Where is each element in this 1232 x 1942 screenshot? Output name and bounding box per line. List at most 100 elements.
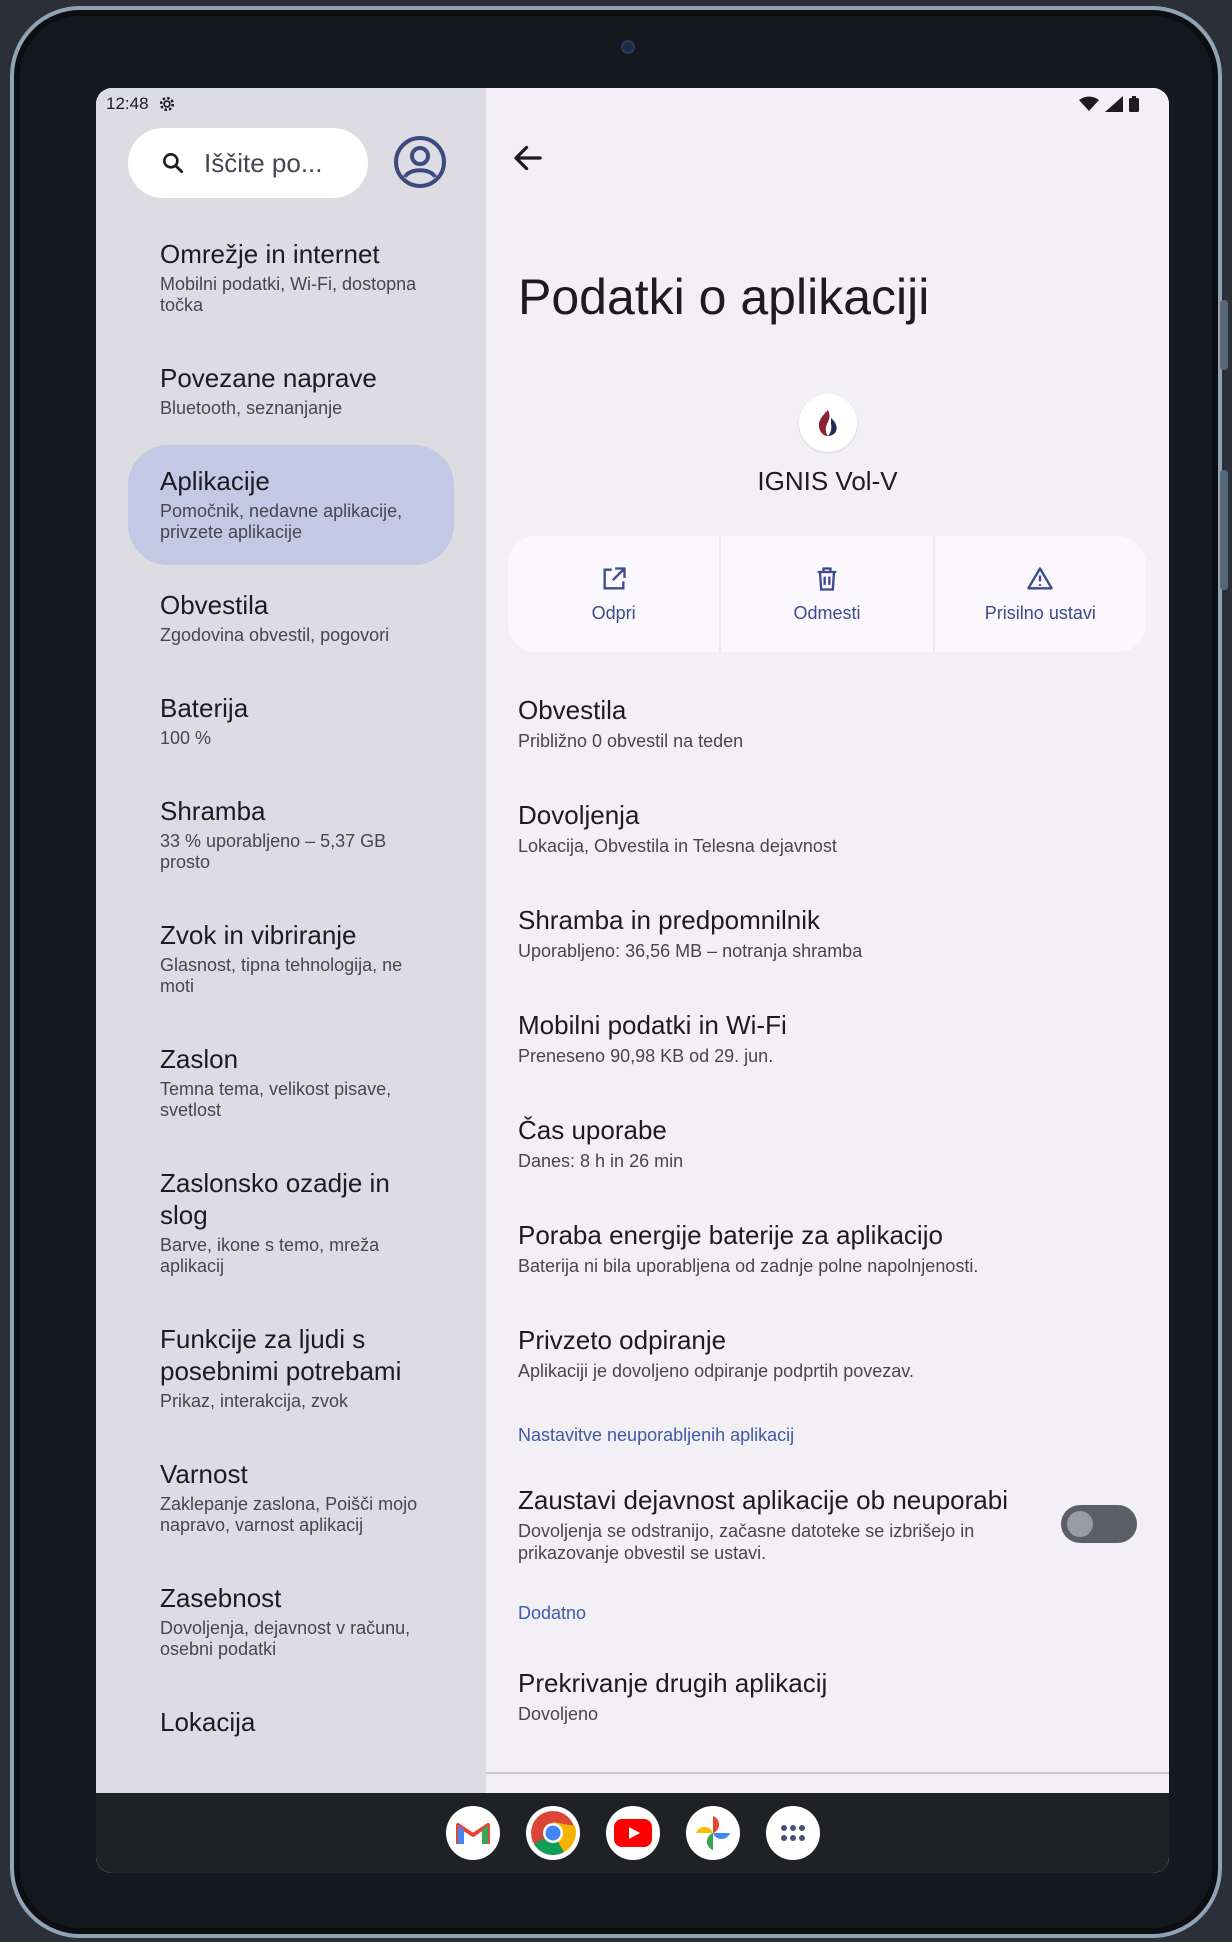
app-info-pane: Podatki o aplikaciji IGNIS Vol-V Odpri O… (486, 88, 1169, 1873)
settings-gear-icon (159, 96, 174, 112)
row-notifications[interactable]: Obvestila Približno 0 obvestil na teden (486, 670, 1169, 775)
nav-item-subtitle: Pomočnik, nedavne aplikacije, privzete a… (160, 501, 403, 542)
nav-item-location[interactable]: Lokacija (128, 1686, 454, 1760)
nav-item-subtitle: 100 % (160, 728, 212, 748)
row-screen-time[interactable]: Čas uporabe Danes: 8 h in 26 min (486, 1090, 1169, 1195)
clock: 12:48 (106, 94, 149, 113)
nav-item-title: Zasebnost (160, 1583, 282, 1613)
nav-item-title: Povezane naprave (160, 363, 377, 393)
search-icon (163, 153, 184, 174)
nav-item-title: Zaslon (160, 1044, 239, 1074)
uninstall-label: Odmesti (793, 602, 861, 623)
nav-item-subtitle: 33 % uporabljeno – 5,37 GB prosto (160, 831, 387, 872)
nav-item-subtitle: Barve, ikone s temo, mreža aplikacij (160, 1235, 380, 1276)
ignis-flame-icon (818, 410, 837, 436)
row-storage[interactable]: Shramba in predpomnilnik Uporabljeno: 36… (486, 880, 1169, 985)
search-bar[interactable]: Iščite po... (128, 128, 368, 198)
page-title: Podatki o aplikaciji (518, 269, 930, 325)
row-display-over-apps[interactable]: Prekrivanje drugih aplikacij Dovoljeno (486, 1643, 1169, 1748)
status-icons (1079, 96, 1139, 112)
nav-item-subtitle: Temna tema, velikost pisave, svetlost (160, 1079, 392, 1120)
row-mobile-data[interactable]: Mobilni podatki in Wi-Fi Preneseno 90,98… (486, 985, 1169, 1090)
app-icon (799, 394, 857, 452)
row-title: Poraba energije baterije za aplikacijo (518, 1219, 943, 1250)
nav-item-title: Lokacija (160, 1707, 256, 1737)
pause-unused-toggle[interactable] (1061, 1505, 1137, 1543)
nav-item-title: Aplikacije (160, 466, 270, 496)
status-bar-left: 12:48 (106, 94, 177, 114)
app-info-list: Obvestila Približno 0 obvestil na teden … (486, 670, 1169, 1748)
nav-item-network[interactable]: Omrežje in internet Mobilni podatki, Wi-… (128, 218, 454, 338)
open-button[interactable]: Odpri (508, 536, 722, 652)
power-button (1220, 470, 1228, 590)
row-subtitle: Uporabljeno: 36,56 MB – notranja shramba (518, 940, 863, 961)
nav-item-subtitle: Bluetooth, seznanjanje (160, 398, 343, 418)
row-subtitle: Baterija ni bila uporabljena od zadnje p… (518, 1255, 979, 1276)
force-stop-button[interactable]: Prisilno ustavi (935, 536, 1146, 652)
nav-item-subtitle: Prikaz, interakcija, zvok (160, 1391, 349, 1411)
row-title: Privzeto odpiranje (518, 1324, 727, 1355)
youtube-icon[interactable] (605, 1806, 660, 1860)
row-pause-unused[interactable]: Zaustavi dejavnost aplikacije ob neupora… (486, 1465, 1169, 1583)
row-title: Dovoljenja (518, 799, 640, 830)
nav-item-subtitle: Zgodovina obvestil, pogovori (160, 625, 390, 645)
trash-icon (817, 566, 837, 591)
nav-item-subtitle: Glasnost, tipna tehnologija, ne moti (160, 955, 403, 996)
row-subtitle: Dovoljenja se odstranijo, začasne datote… (518, 1521, 975, 1563)
gmail-icon[interactable] (445, 1806, 500, 1860)
search-placeholder: Iščite po... (204, 147, 323, 178)
row-title: Čas uporabe (518, 1114, 667, 1145)
nav-item-accessibility[interactable]: Funkcije za ljudi s posebnimi potrebami … (128, 1303, 454, 1434)
nav-item-storage[interactable]: Shramba 33 % uporabljeno – 5,37 GB prost… (128, 775, 454, 895)
open-external-icon (603, 566, 626, 589)
nav-item-battery[interactable]: Baterija 100 % (128, 672, 454, 771)
nav-item-title: Omrežje in internet (160, 239, 380, 269)
row-subtitle: Danes: 8 h in 26 min (518, 1150, 684, 1171)
nav-item-title: Funkcije za ljudi s posebnimi potrebami (160, 1324, 402, 1386)
row-subtitle: Približno 0 obvestil na teden (518, 730, 744, 751)
nav-item-connected-devices[interactable]: Povezane naprave Bluetooth, seznanjanje (128, 342, 454, 441)
warning-icon (1027, 566, 1054, 589)
open-label: Odpri (591, 602, 636, 623)
tablet-frame: 12:48 Iščite po... Omrežje in internet M… (10, 6, 1228, 1938)
row-subtitle: Lokacija, Obvestila in Telesna dejavnost (518, 835, 837, 856)
nav-item-security[interactable]: Varnost Zaklepanje zaslona, Poišči mojo … (128, 1438, 454, 1558)
row-title: Shramba in predpomnilnik (518, 904, 821, 935)
nav-item-wallpaper[interactable]: Zaslonsko ozadje in slog Barve, ikone s … (128, 1147, 454, 1299)
nav-item-privacy[interactable]: Zasebnost Dovoljenja, dejavnost v računu… (128, 1562, 454, 1682)
settings-nav-list: Omrežje in internet Mobilni podatki, Wi-… (128, 218, 454, 1764)
front-camera (621, 40, 635, 54)
volume-button (1220, 300, 1228, 370)
section-header-additional: Dodatno (518, 1602, 587, 1623)
screen: 12:48 Iščite po... Omrežje in internet M… (96, 88, 1169, 1873)
row-title: Obvestila (518, 694, 627, 725)
force-stop-label: Prisilno ustavi (984, 602, 1096, 623)
row-subtitle: Aplikaciji je dovoljeno odpiranje podprt… (518, 1360, 914, 1381)
settings-sidebar: 12:48 Iščite po... Omrežje in internet M… (96, 88, 486, 1873)
section-header-unused-apps: Nastavitve neuporabljenih aplikacij (518, 1424, 795, 1445)
nav-item-title: Zaslonsko ozadje in slog (160, 1168, 390, 1230)
uninstall-button[interactable]: Odmesti (721, 536, 935, 652)
row-open-by-default[interactable]: Privzeto odpiranje Aplikaciji je dovolje… (486, 1300, 1169, 1405)
nav-item-apps[interactable]: Aplikacije Pomočnik, nedavne aplikacije,… (128, 445, 454, 565)
row-battery-usage[interactable]: Poraba energije baterije za aplikacijo B… (486, 1195, 1169, 1300)
nav-item-title: Obvestila (160, 590, 269, 620)
nav-item-display[interactable]: Zaslon Temna tema, velikost pisave, svet… (128, 1023, 454, 1143)
row-title: Zaustavi dejavnost aplikacije ob neupora… (518, 1485, 1008, 1515)
row-subtitle: Dovoljeno (518, 1703, 599, 1724)
back-arrow-icon[interactable] (510, 140, 546, 176)
signal-icon (1105, 96, 1123, 112)
nav-item-subtitle: Zaklepanje zaslona, Poišči mojo napravo,… (160, 1494, 418, 1535)
nav-item-sound[interactable]: Zvok in vibriranje Glasnost, tipna tehno… (128, 899, 454, 1019)
app-drawer-icon[interactable] (765, 1806, 820, 1860)
row-permissions[interactable]: Dovoljenja Lokacija, Obvestila in Telesn… (486, 775, 1169, 880)
toggle-knob (1067, 1511, 1093, 1537)
row-title: Mobilni podatki in Wi-Fi (518, 1009, 787, 1040)
photos-icon[interactable] (685, 1806, 740, 1860)
account-avatar-icon[interactable] (392, 134, 448, 190)
nav-item-subtitle: Mobilni podatki, Wi-Fi, dostopna točka (160, 274, 417, 315)
nav-item-title: Zvok in vibriranje (160, 920, 357, 950)
nav-item-notifications[interactable]: Obvestila Zgodovina obvestil, pogovori (128, 569, 454, 668)
nav-item-title: Baterija (160, 693, 249, 723)
chrome-icon[interactable] (525, 1806, 580, 1860)
